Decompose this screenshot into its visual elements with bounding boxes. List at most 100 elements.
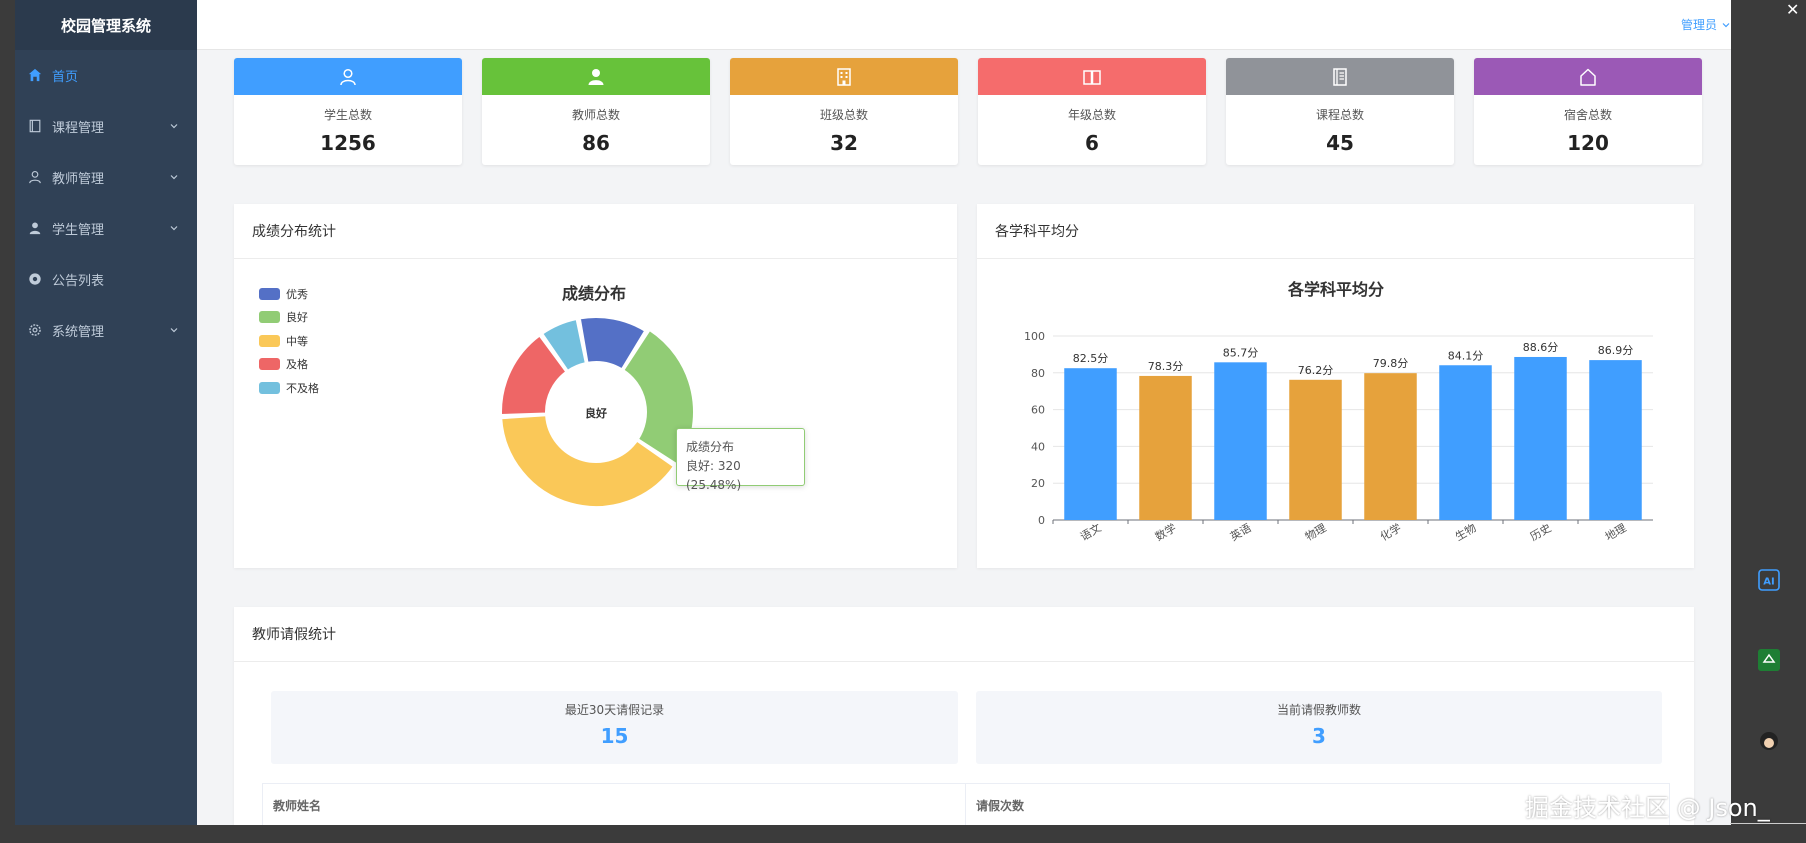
stat-label: 班级总数 (819, 108, 868, 122)
sidebar-item-students[interactable]: 学生管理 (15, 203, 197, 254)
leave-current-value: 3 (1312, 724, 1326, 748)
chart-title: 各学科平均分 (1287, 280, 1384, 299)
bar-data-label: 76.2分 (1298, 364, 1334, 377)
stat-value: 86 (582, 131, 610, 155)
bar[interactable] (1439, 365, 1492, 520)
leave-table-header: 教师姓名 请假次数 (262, 783, 1670, 825)
teacher-leave-panel: 教师请假统计 最近30天请假记录 15 当前请假教师数 3 教师姓名 请假次数 (234, 607, 1694, 825)
stat-value: 6 (1085, 131, 1099, 155)
leave-current-label: 当前请假教师数 (1276, 703, 1361, 717)
sidebar-item-label: 课程管理 (52, 121, 105, 136)
bar-data-label: 84.1分 (1448, 349, 1484, 362)
stat-card-header (730, 58, 958, 95)
sidebar-item-label: 首页 (52, 70, 79, 85)
stat-value: 45 (1326, 131, 1354, 155)
stat-card-teachers: 教师总数 86 (482, 58, 710, 165)
x-tick-label: 语文 (1077, 520, 1103, 543)
sidebar-item-label: 学生管理 (52, 223, 105, 238)
stat-card-header (482, 58, 710, 95)
open-book-icon (1083, 69, 1101, 85)
x-tick-label: 地理 (1603, 521, 1629, 543)
chevron-down-icon (170, 175, 178, 180)
x-tick-label: 历史 (1528, 521, 1554, 543)
chart-tooltip: 成绩分布 良好: 320 (25.48%) (676, 428, 805, 492)
stat-value: 32 (830, 131, 858, 155)
sidebar-item-courses[interactable]: 课程管理 (15, 101, 197, 152)
sidebar-item-teachers[interactable]: 教师管理 (15, 152, 197, 203)
house-icon (1580, 68, 1596, 86)
stat-value: 1256 (320, 131, 376, 155)
watermark: 掘金技术社区 @ Json_ (1525, 794, 1770, 822)
bar[interactable] (1064, 368, 1117, 520)
chart-title: 成绩分布 (562, 284, 626, 303)
user-solid-icon (588, 68, 604, 85)
column-header-teacher-name[interactable]: 教师姓名 (263, 784, 966, 825)
y-tick-label: 0 (1038, 514, 1045, 527)
right-toolbar (1731, 0, 1806, 843)
bar-data-label: 79.8分 (1373, 357, 1409, 370)
sidebar-item-label: 系统管理 (52, 325, 105, 340)
stat-cards: 学生总数 1256 教师总数 86 班级总数 32 年级总数 6 课程总数 45… (234, 58, 1702, 165)
student-icon (28, 221, 44, 237)
sidebar-item-label: 公告列表 (52, 274, 105, 289)
stat-card-dorms: 宿舍总数 120 (1474, 58, 1702, 165)
bar[interactable] (1289, 379, 1342, 520)
score-donut-chart: 成绩分布 良好 (500, 284, 695, 508)
home-icon (28, 68, 44, 84)
bar[interactable] (1139, 375, 1192, 520)
user-name: 管理员 (1680, 18, 1717, 32)
chevron-down-icon (170, 328, 178, 333)
x-tick-label: 英语 (1227, 520, 1253, 543)
stat-value: 120 (1567, 131, 1609, 155)
chevron-down-icon (170, 124, 178, 129)
building-icon (837, 67, 851, 86)
stat-label: 宿舍总数 (1563, 108, 1612, 122)
announcement-icon (28, 272, 44, 288)
tooltip-value: 良好: 320 (25.48%) (686, 459, 742, 492)
svg-text:AI: AI (1763, 577, 1774, 588)
chevron-down-icon (1722, 22, 1730, 27)
bar-data-label: 88.6分 (1523, 341, 1559, 354)
stat-card-header (1226, 58, 1454, 95)
donut-center-label: 良好 (585, 406, 607, 420)
ai-translate-icon[interactable]: AI (1756, 567, 1782, 593)
leave-current-box: 当前请假教师数 3 (976, 691, 1662, 764)
x-tick-label: 数学 (1152, 520, 1178, 543)
panel-title: 各学科平均分 (977, 204, 1694, 259)
user-outline-icon (340, 68, 356, 85)
close-icon[interactable]: ✕ (1786, 0, 1799, 19)
panel-title: 成绩分布统计 (234, 204, 957, 259)
stat-card-header (234, 58, 462, 95)
x-tick-label: 物理 (1302, 520, 1328, 543)
gear-icon (28, 323, 44, 339)
x-tick-label: 化学 (1377, 520, 1403, 543)
bar[interactable] (1589, 360, 1642, 520)
y-tick-label: 60 (1031, 404, 1045, 417)
sidebar-item-label: 教师管理 (52, 172, 105, 187)
chevron-down-icon (170, 226, 178, 231)
sidebar-item-system[interactable]: 系统管理 (15, 305, 197, 356)
bar[interactable] (1214, 362, 1267, 520)
stat-card-header (978, 58, 1206, 95)
recycle-icon[interactable] (1756, 647, 1782, 673)
subject-bar-chart: 各学科平均分 0 20 40 60 80 100 82.5分语文 78.3分数学 85.7分英语… (1024, 280, 1653, 544)
tooltip-title: 成绩分布 (686, 440, 735, 454)
stat-label: 教师总数 (571, 108, 620, 122)
sidebar-item-announcements[interactable]: 公告列表 (15, 254, 197, 305)
y-tick-label: 100 (1024, 330, 1045, 343)
bar[interactable] (1364, 373, 1417, 520)
sidebar-item-home[interactable]: 首页 (15, 50, 197, 101)
user-menu[interactable]: 管理员 (1681, 16, 1731, 33)
stat-card-header (1474, 58, 1702, 95)
bar-data-label: 78.3分 (1148, 360, 1184, 373)
top-bar: 管理员 (197, 0, 1731, 50)
bar-data-label: 85.7分 (1223, 346, 1259, 359)
app-brand: 校园管理系统 (15, 0, 197, 50)
assistant-avatar-icon[interactable] (1756, 728, 1782, 754)
score-distribution-panel: 成绩分布统计 优秀 良好 中等 及格 不及格 成绩分布 良好 成绩分布 良好: 320 … (234, 204, 957, 568)
bar[interactable] (1514, 356, 1567, 520)
stat-card-courses: 课程总数 45 (1226, 58, 1454, 165)
bottom-bar (0, 825, 1806, 843)
book-icon (28, 119, 44, 135)
divider (1730, 823, 1806, 824)
